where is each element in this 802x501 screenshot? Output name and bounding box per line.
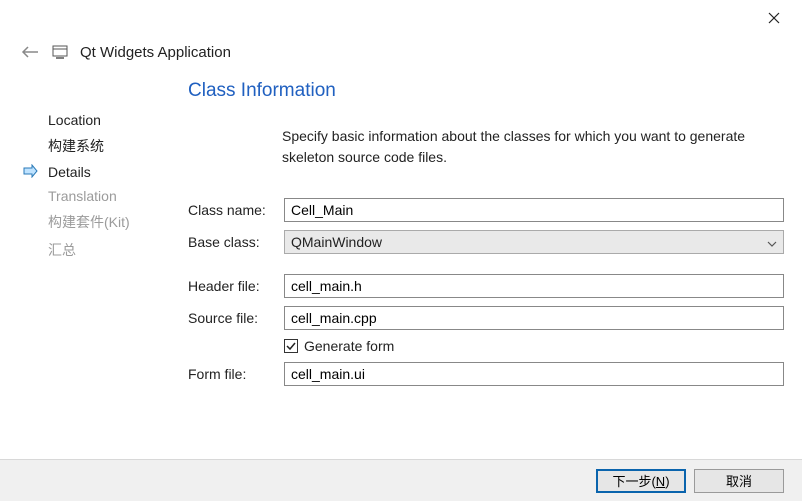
header: Qt Widgets Application [0, 38, 802, 80]
sidebar-item-label: Translation [48, 188, 117, 204]
sidebar-item-translation: Translation [48, 184, 188, 208]
sidebar-item-build-system[interactable]: 构建系统 [48, 132, 188, 160]
label-class-name: Class name: [188, 202, 284, 218]
arrow-left-icon [21, 45, 39, 59]
page-description: Specify basic information about the clas… [282, 126, 772, 168]
app-icon [52, 44, 68, 60]
row-form-file: Form file: [188, 362, 784, 386]
current-step-icon [22, 164, 38, 181]
select-base-class-value: QMainWindow [291, 234, 382, 250]
sidebar: Location 构建系统 Details Translation 构建套件(K… [48, 80, 188, 459]
input-source-file[interactable] [284, 306, 784, 330]
back-button[interactable] [20, 42, 40, 62]
close-icon [768, 12, 780, 24]
input-class-name[interactable] [284, 198, 784, 222]
sidebar-item-label: 汇总 [48, 242, 76, 258]
sidebar-item-label: Details [48, 164, 91, 180]
row-header-file: Header file: [188, 274, 784, 298]
row-generate-form: Generate form [284, 338, 784, 354]
sidebar-item-kits: 构建套件(Kit) [48, 208, 188, 236]
row-class-name: Class name: [188, 198, 784, 222]
row-source-file: Source file: [188, 306, 784, 330]
sidebar-item-label: 构建系统 [48, 138, 104, 154]
label-form-file: Form file: [188, 366, 284, 382]
content: Class Information Specify basic informat… [188, 80, 784, 459]
label-generate-form: Generate form [304, 338, 394, 354]
sidebar-item-label: 构建套件(Kit) [48, 214, 130, 230]
footer: 下一步(N) 取消 [0, 459, 802, 501]
sidebar-item-details[interactable]: Details [48, 160, 188, 184]
close-button[interactable] [754, 4, 794, 32]
row-base-class: Base class: QMainWindow [188, 230, 784, 254]
input-header-file[interactable] [284, 274, 784, 298]
label-base-class: Base class: [188, 234, 284, 250]
wizard-window: Qt Widgets Application Location 构建系统 Det… [0, 0, 802, 501]
label-source-file: Source file: [188, 310, 284, 326]
checkbox-generate-form[interactable] [284, 339, 298, 353]
sidebar-item-label: Location [48, 112, 101, 128]
next-button-label: 下一步(N) [612, 474, 669, 489]
chevron-down-icon [767, 234, 777, 250]
next-button[interactable]: 下一步(N) [596, 469, 686, 493]
label-header-file: Header file: [188, 278, 284, 294]
input-form-file[interactable] [284, 362, 784, 386]
sidebar-item-location[interactable]: Location [48, 108, 188, 132]
wizard-title: Qt Widgets Application [80, 44, 231, 61]
checkmark-icon [286, 341, 296, 351]
cancel-button[interactable]: 取消 [694, 469, 784, 493]
titlebar [0, 0, 802, 38]
page-title: Class Information [188, 80, 784, 102]
select-base-class[interactable]: QMainWindow [284, 230, 784, 254]
sidebar-item-summary: 汇总 [48, 236, 188, 264]
body: Location 构建系统 Details Translation 构建套件(K… [0, 80, 802, 459]
